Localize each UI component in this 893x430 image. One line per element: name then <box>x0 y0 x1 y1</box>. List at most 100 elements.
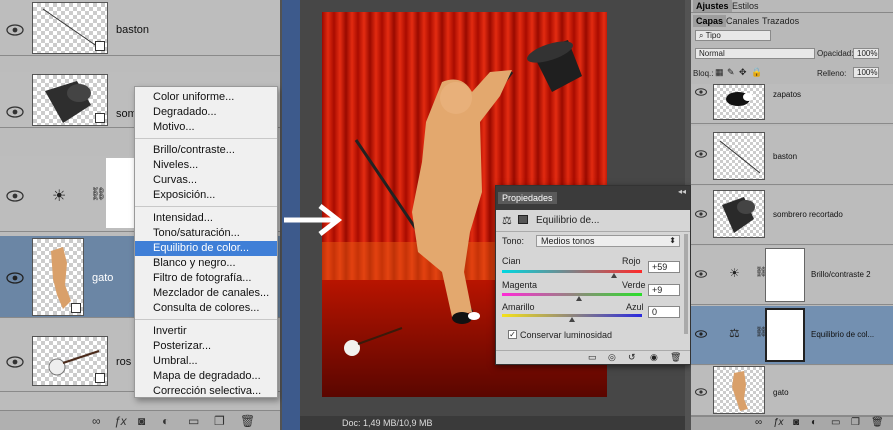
mask-icon[interactable] <box>518 215 528 224</box>
menu-item[interactable]: Color uniforme... <box>135 90 277 105</box>
layer-name: Equilibrio de col... <box>811 330 875 339</box>
layer-mask-thumbnail[interactable] <box>106 158 136 228</box>
new-layer-icon[interactable]: ❐ <box>214 414 225 428</box>
visibility-icon[interactable]: ◉ <box>650 352 658 363</box>
cyan-red-slider[interactable] <box>502 270 642 273</box>
blend-mode-value: Normal <box>699 49 725 58</box>
tab-estilos[interactable]: Estilos <box>729 0 762 12</box>
menu-item[interactable]: Mapa de degradado... <box>135 369 277 384</box>
tab-trazados[interactable]: Trazados <box>759 15 802 27</box>
trash-icon[interactable]: 🗑 <box>240 414 255 428</box>
eye-icon[interactable] <box>695 150 707 158</box>
filter-type-select[interactable]: ⌕ Tipo <box>695 30 771 41</box>
tab-properties[interactable]: Propiedades <box>498 192 557 204</box>
fill-field[interactable]: 100% <box>853 67 879 78</box>
slider-knob[interactable] <box>576 296 582 301</box>
layer-row-sombrero[interactable]: sombrero recortado <box>691 186 893 245</box>
preserve-luminosity-label: Conservar luminosidad <box>520 330 613 340</box>
menu-item[interactable]: Blanco y negro... <box>135 256 277 271</box>
menu-item[interactable]: Filtro de fotografía... <box>135 271 277 286</box>
menu-item[interactable]: Curvas... <box>135 173 277 188</box>
fx-icon[interactable]: ƒx <box>114 414 127 428</box>
eye-icon[interactable] <box>6 356 24 368</box>
mask-icon[interactable]: ◙ <box>793 417 799 428</box>
mask-icon[interactable]: ◙ <box>138 414 145 428</box>
eye-icon[interactable] <box>695 88 707 96</box>
tab-ajustes[interactable]: Ajustes <box>693 0 732 12</box>
slider-knob[interactable] <box>611 273 617 278</box>
new-layer-icon[interactable]: ❐ <box>851 417 860 428</box>
preserve-luminosity-checkbox[interactable]: ✓ <box>508 330 517 339</box>
link-icon[interactable]: ∞ <box>92 414 101 428</box>
menu-item[interactable]: Corrección selectiva... <box>135 384 277 399</box>
eye-icon[interactable] <box>6 272 24 284</box>
reset-icon[interactable]: ↺ <box>628 352 636 363</box>
collapse-icon[interactable]: ◂◂ <box>678 187 686 196</box>
doc-size-label[interactable]: Doc: 1,49 MB/10,9 MB <box>342 418 433 428</box>
magenta-green-slider[interactable] <box>502 293 642 296</box>
slider-left-label: Magenta <box>502 280 538 290</box>
menu-item-highlighted[interactable]: Equilibrio de color... <box>135 241 277 256</box>
lock-transparency-icon[interactable]: ▦ <box>715 67 724 78</box>
adjustment-icon[interactable]: ◐ <box>811 417 817 428</box>
eye-icon[interactable] <box>6 190 24 202</box>
properties-panel: Propiedades ◂◂ ⚖ Equilibrio de... Tono: … <box>495 185 691 365</box>
trash-icon[interactable]: 🗑 <box>670 352 681 363</box>
menu-item[interactable]: Invertir <box>135 324 277 339</box>
properties-scrollbar[interactable] <box>684 234 688 334</box>
layer-mask-thumbnail[interactable] <box>765 308 805 362</box>
eye-icon[interactable] <box>695 330 707 338</box>
lock-brush-icon[interactable]: ✎ <box>727 67 735 78</box>
menu-separator <box>135 319 277 320</box>
eye-icon[interactable] <box>6 24 24 36</box>
folder-icon[interactable]: ▭ <box>188 414 199 428</box>
folder-icon[interactable]: ▭ <box>831 417 840 428</box>
layer-row-baston[interactable]: baston <box>691 126 893 185</box>
search-icon: ⌕ <box>699 31 704 40</box>
yellow-blue-value[interactable]: 0 <box>648 306 680 318</box>
menu-item[interactable]: Motivo... <box>135 120 277 135</box>
layer-mask-thumbnail[interactable] <box>765 248 805 302</box>
magenta-green-value[interactable]: +9 <box>648 284 680 296</box>
slider-knob[interactable] <box>569 317 575 322</box>
layer-row-gato[interactable]: gato <box>691 366 893 416</box>
chain-link-icon[interactable]: ⛓ <box>90 186 107 202</box>
menu-item[interactable]: Degradado... <box>135 105 277 120</box>
layer-row-zapatos[interactable]: zapatos <box>691 84 893 124</box>
layer-thumbnail <box>32 238 84 316</box>
fx-icon[interactable]: ƒx <box>773 417 784 428</box>
menu-item[interactable]: Mezclador de canales... <box>135 286 277 301</box>
cyan-red-value[interactable]: +59 <box>648 261 680 273</box>
view-previous-icon[interactable]: ◎ <box>608 352 616 363</box>
lock-label: Bloq.: <box>693 69 714 78</box>
eye-icon[interactable] <box>695 388 707 396</box>
layer-row-baston[interactable]: baston <box>0 0 280 56</box>
tab-canales[interactable]: Canales <box>723 15 762 27</box>
eye-icon[interactable] <box>6 106 24 118</box>
trash-icon[interactable]: 🗑 <box>871 417 884 428</box>
link-icon[interactable]: ∞ <box>755 417 762 428</box>
layer-row-brillo-contraste[interactable]: ☀ ⛓ Brillo/contraste 2 <box>691 246 893 305</box>
menu-item[interactable]: Intensidad... <box>135 211 277 226</box>
menu-item[interactable]: Umbral... <box>135 354 277 369</box>
balance-scale-icon: ⚖ <box>502 215 512 227</box>
menu-item[interactable]: Consulta de colores... <box>135 301 277 316</box>
menu-item[interactable]: Exposición... <box>135 188 277 203</box>
menu-item[interactable]: Posterizar... <box>135 339 277 354</box>
eye-icon[interactable] <box>695 270 707 278</box>
blend-mode-select[interactable]: Normal <box>695 48 815 59</box>
layer-row-equilibrio[interactable]: ⚖ ⛓ Equilibrio de col... <box>691 306 893 365</box>
menu-item[interactable]: Tono/saturación... <box>135 226 277 241</box>
eye-icon[interactable] <box>695 210 707 218</box>
menu-item[interactable]: Niveles... <box>135 158 277 173</box>
clip-icon[interactable]: ▭ <box>588 352 597 363</box>
lock-icon[interactable]: 🔒 <box>751 67 762 78</box>
tab-capas[interactable]: Capas <box>693 15 727 27</box>
opacity-field[interactable]: 100% <box>853 48 879 59</box>
adjustment-icon[interactable]: ◐ <box>162 414 169 428</box>
lock-move-icon[interactable]: ✥ <box>739 67 747 78</box>
slider-left-label: Cian <box>502 256 521 266</box>
tone-select[interactable]: Medios tonos ⬍ <box>536 235 680 247</box>
menu-item[interactable]: Brillo/contraste... <box>135 143 277 158</box>
layer-thumbnail <box>713 190 765 238</box>
